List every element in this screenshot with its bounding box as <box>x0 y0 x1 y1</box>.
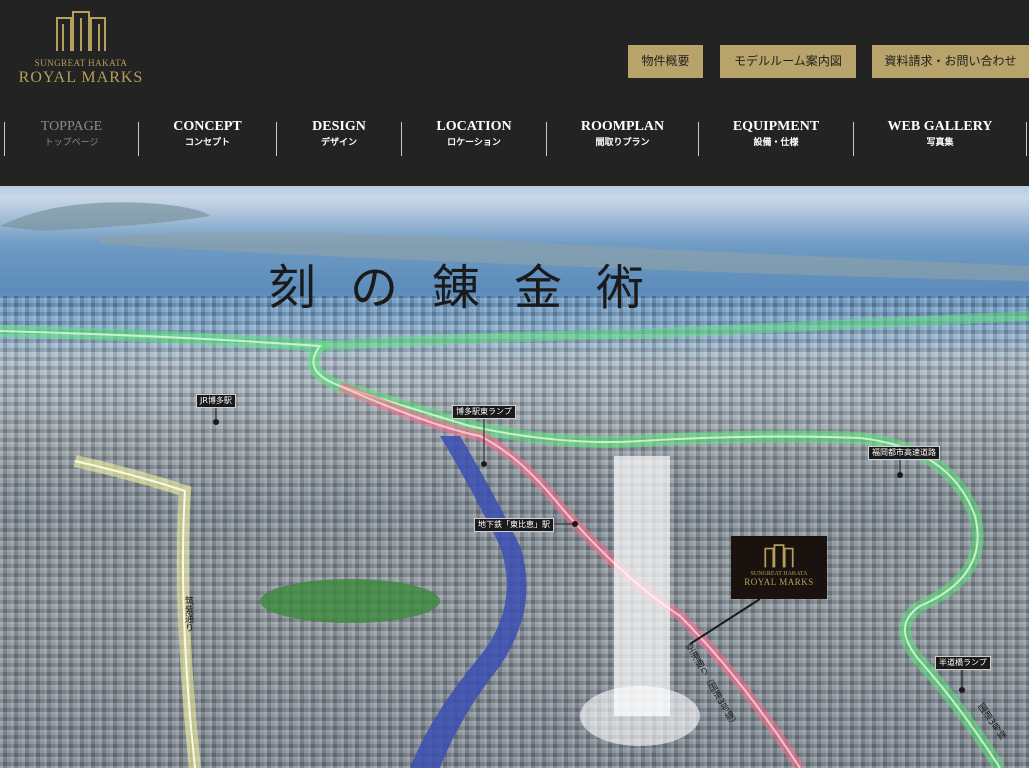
brand-subtitle: SUNGREAT HAKATA <box>34 58 128 68</box>
royal-marks-emblem-icon <box>764 544 794 568</box>
nav-item-sublabel: 間取りプラン <box>595 138 650 148</box>
nav-item-web-gallery[interactable]: WEB GALLERY 写真集 <box>854 118 1026 158</box>
badge-title: ROYAL MARKS <box>744 577 814 587</box>
nav-item-label: EQUIPMENT <box>732 119 820 134</box>
property-overview-button[interactable]: 物件概要 <box>628 45 703 78</box>
hero-tagline: 刻の錬金術 <box>268 260 679 316</box>
nav-item-sublabel: トップページ <box>44 138 99 148</box>
label-fukuoka-expressway: 福岡都市高速道路 <box>868 446 940 460</box>
nav-item-toppage[interactable]: TOPPAGE トップページ <box>5 118 138 158</box>
property-location-badge: SUNGREAT HAKATA ROYAL MARKS <box>731 536 827 599</box>
label-jr-hakata-station: JR博多駅 <box>196 394 236 408</box>
hero-aerial-map: 刻の錬金術 JR博多駅 博多駅東ランプ 地下鉄「東比恵」駅 福岡都市高速道路 半… <box>0 186 1029 768</box>
request-info-button[interactable]: 資料請求・お問い合わせ <box>872 45 1029 78</box>
label-hakata-east-ramp: 博多駅東ランプ <box>452 405 516 419</box>
nav-item-sublabel: コンセプト <box>184 138 230 148</box>
nav-item-label: WEB GALLERY <box>887 119 993 134</box>
nav-item-design[interactable]: DESIGN デザイン <box>277 118 401 158</box>
royal-marks-emblem-icon <box>56 11 106 51</box>
brand-title: ROYAL MARKS <box>18 69 144 86</box>
label-subway-higashihie: 地下鉄「東比恵」駅 <box>474 518 554 532</box>
nav-item-sublabel: デザイン <box>320 138 357 148</box>
label-handou-ramp: 半道橋ランプ <box>935 656 991 670</box>
nav-item-label: ROOMPLAN <box>580 119 665 134</box>
nav-item-label: LOCATION <box>436 119 512 134</box>
nav-item-roomplan[interactable]: ROOMPLAN 間取りプラン <box>547 118 698 158</box>
nav-item-sublabel: 写真集 <box>926 138 954 148</box>
nav-item-location[interactable]: LOCATION ロケーション <box>402 118 546 158</box>
nav-item-label: DESIGN <box>312 119 366 134</box>
site-header: SUNGREAT HAKATA ROYAL MARKS 物件概要 モデルルーム案… <box>0 0 1029 186</box>
model-room-map-button[interactable]: モデルルーム案内図 <box>720 45 856 78</box>
brand-logo[interactable]: SUNGREAT HAKATA ROYAL MARKS <box>6 10 156 105</box>
nav-item-sublabel: 設備・仕様 <box>753 138 799 148</box>
nav-item-equipment[interactable]: EQUIPMENT 設備・仕様 <box>699 118 853 158</box>
label-chikushi-street: 筑紫通り <box>183 596 193 632</box>
nav-item-label: TOPPAGE <box>40 119 103 134</box>
main-navigation: TOPPAGE トップページ CONCEPT コンセプト DESIGN デザイン… <box>0 118 1029 158</box>
nav-divider <box>1026 122 1027 156</box>
nav-item-label: CONCEPT <box>173 119 242 134</box>
nav-item-concept[interactable]: CONCEPT コンセプト <box>139 118 276 158</box>
nav-item-sublabel: ロケーション <box>447 138 501 148</box>
